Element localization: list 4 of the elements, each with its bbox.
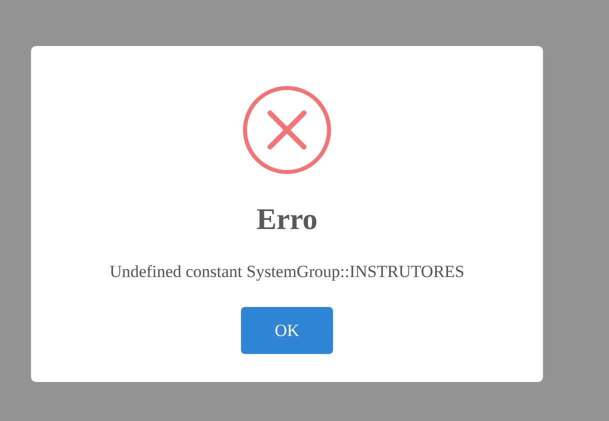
error-message: Undefined constant SystemGroup::INSTRUTORES	[110, 261, 464, 283]
error-x-icon	[242, 85, 332, 175]
ok-button[interactable]: OK	[241, 307, 333, 354]
dialog-title: Erro	[256, 202, 318, 238]
